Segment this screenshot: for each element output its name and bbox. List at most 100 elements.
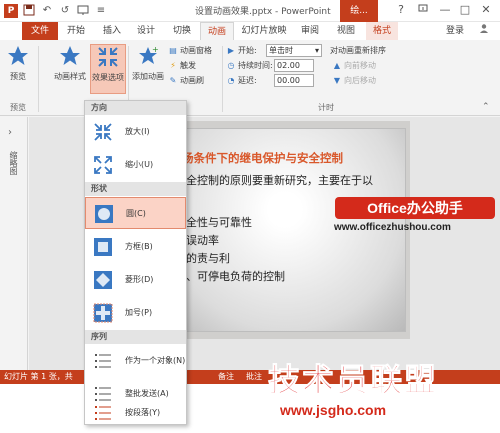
start-select[interactable]: 单击时 ▾ [266,44,322,57]
menu-item-label: 加号(P) [125,308,153,317]
menu-item-diamond[interactable]: 菱形(D) [85,264,186,296]
slideshow-icon[interactable] [76,4,90,18]
animation-painter-button[interactable]: ✎ 动画刷 [168,74,204,88]
tab-format[interactable]: 格式 [366,22,398,40]
start-label: ▶ 开始: [226,44,257,58]
zoom-out-icon [94,156,112,174]
jsgho-logo-watermark: 技术员联盟 [267,361,439,400]
box-shape-icon [94,238,112,256]
preview-label: 预览 [10,72,26,81]
add-animation-button[interactable]: + 添加动画 [130,44,166,94]
ribbon-separator [222,46,223,112]
menu-item-plus[interactable]: 加号(P) [85,297,186,329]
menu-item-label: 放大(I) [125,127,150,136]
tab-home[interactable]: 开始 [60,22,92,40]
animation-star-icon [60,46,80,65]
menu-item-zoom-in[interactable]: 放大(I) [85,116,186,148]
move-earlier-button[interactable]: ▲ 向前移动 [332,59,376,73]
powerpoint-window: P ↶ ↺ ≡ 设置动画效果.pptx - PowerPoint 绘... ? … [0,0,500,433]
duration-value: 02.00 [277,61,300,70]
tab-insert[interactable]: 插入 [96,22,128,40]
menu-item-label: 整批发送(A) [125,389,169,398]
user-icon[interactable] [474,22,494,40]
office-watermark-badge: Office办公助手 [335,197,495,219]
notes-button[interactable]: 备注 [218,370,234,384]
close-button[interactable]: ✕ [477,2,495,18]
animation-style-button[interactable]: 动画样式 [52,44,88,94]
menu-item-zoom-out[interactable]: 缩小(U) [85,149,186,181]
clock-icon: ◷ [227,61,235,70]
jsgho-url-watermark: www.jsgho.com [280,402,387,418]
slide-text-line[interactable]: 全性与可靠性 [186,214,252,230]
powerpoint-logo-icon: P [4,4,18,18]
effect-options-icon [98,47,118,67]
svg-text:+: + [152,45,159,54]
down-arrow-icon: ▼ [333,76,341,85]
help-button[interactable]: ? [392,2,410,18]
preview-star-icon [8,46,28,65]
animation-pane-button[interactable]: ▤ 动画窗格 [168,44,212,58]
login-link[interactable]: 登录 [440,22,470,40]
menu-item-by-paragraph[interactable]: 按段落(Y) [85,401,186,425]
section-shape: 形状 [85,182,186,196]
slide-text-line[interactable]: 全控制的原则要重新研究，主要在于以 [186,172,373,188]
tab-design[interactable]: 设计 [130,22,162,40]
effect-options-label: 效果选项 [92,73,124,82]
customize-toolbar-icon[interactable]: ≡ [94,4,108,18]
start-value: 单击时 [269,46,293,55]
menu-item-box[interactable]: 方框(B) [85,231,186,263]
tab-review[interactable]: 审阅 [294,22,326,40]
slide-title[interactable]: 场条件下的继电保护与安全控制 [182,150,343,166]
menu-item-label: 圆(C) [126,209,146,218]
delay-input[interactable]: 00.00 [274,74,314,87]
painter-label: 动画刷 [180,76,204,85]
animation-style-label: 动画样式 [54,72,86,81]
slide-text-line[interactable]: 的责与利 [186,250,230,266]
expand-thumbnails-icon[interactable]: › [8,127,12,138]
effect-options-button[interactable]: 效果选项 [90,44,126,94]
thumbnail-panel: › 缩略图 [0,117,28,370]
document-title: 设置动画效果.pptx - PowerPoint [195,7,331,17]
section-direction: 方向 [85,101,186,115]
circle-shape-icon [95,205,113,223]
tab-view[interactable]: 视图 [330,22,362,40]
redo-icon[interactable]: ↺ [58,4,72,18]
up-arrow-icon: ▲ [333,61,341,70]
comments-button[interactable]: 批注 [246,370,262,384]
zoom-in-icon [94,123,112,141]
menu-item-circle[interactable]: 圆(C) [85,197,186,229]
delay-icon: ◔ [227,76,235,85]
trigger-icon: ⚡ [170,61,176,70]
ribbon-display-icon[interactable] [414,2,432,18]
thumbnail-label[interactable]: 缩略图 [7,151,19,175]
title-bar: P ↶ ↺ ≡ 设置动画效果.pptx - PowerPoint 绘... ? … [0,0,500,22]
tab-slideshow[interactable]: 幻灯片放映 [238,22,290,40]
add-animation-icon: + [139,45,159,64]
menu-item-label: 按段落(Y) [125,408,161,417]
preview-button[interactable]: 预览 [2,44,34,94]
undo-icon[interactable]: ↶ [40,4,54,18]
move-later-button[interactable]: ▼ 向后移动 [332,74,376,88]
start-icon: ▶ [227,46,235,55]
animation-pane-icon: ▤ [169,46,177,55]
collapse-ribbon-icon[interactable]: ⌃ [482,102,490,112]
tab-animations[interactable]: 动画 [200,22,234,40]
tab-file[interactable]: 文件 [22,22,58,40]
duration-input[interactable]: 02.00 [274,59,314,72]
menu-item-label: 缩小(U) [125,160,154,169]
menu-item-as-one-object[interactable]: 作为一个对象(N) [85,345,186,377]
tab-transitions[interactable]: 切换 [166,22,198,40]
chevron-down-icon: ▾ [314,46,319,55]
ribbon-tab-bar: 文件 开始 插入 设计 切换 动画 幻灯片放映 审阅 视图 格式 登录 [0,22,500,40]
plus-shape-icon [93,303,113,323]
trigger-label: 触发 [180,61,196,70]
duration-label: ◷ 持续时间: [226,59,273,73]
save-icon[interactable] [22,4,36,18]
slide-text-line[interactable]: 、可停电负荷的控制 [186,268,285,284]
restore-button[interactable]: □ [456,2,474,18]
painter-icon: ✎ [169,76,177,85]
minimize-button[interactable]: — [436,2,454,18]
delay-label: ◔ 延迟: [226,74,257,88]
trigger-button[interactable]: ⚡ 触发 [168,59,196,73]
slide-text-line[interactable]: 误动率 [186,232,219,248]
